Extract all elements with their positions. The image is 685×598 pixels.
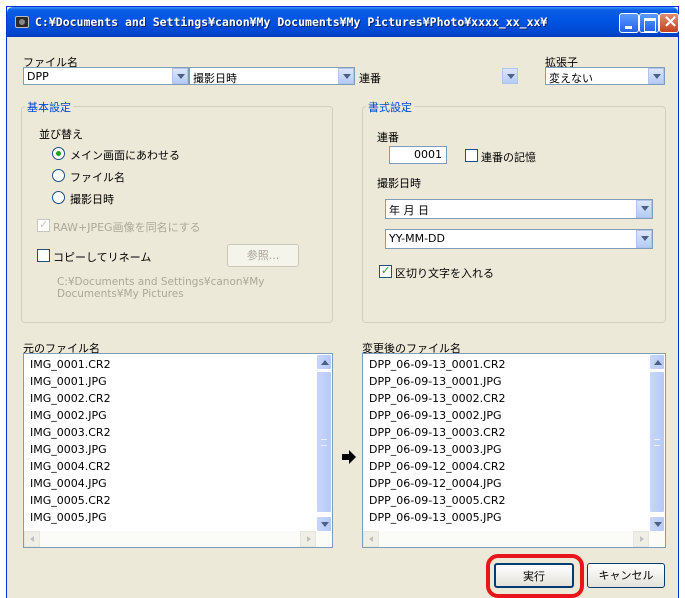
scroll-down-button[interactable] [649, 516, 665, 532]
sequence-label: 連番 [377, 131, 399, 144]
raw-jpeg-label: RAW+JPEG画像を同名にする [53, 221, 201, 234]
sort-radio-date[interactable] [52, 191, 65, 204]
chevron-down-icon[interactable] [502, 68, 518, 84]
list-item[interactable]: DPP_06-09-13_0005.CR2 [369, 494, 505, 507]
scroll-up-button[interactable] [316, 354, 332, 370]
title-bar[interactable]: C:¥Documents and Settings¥canon¥My Docum… [7, 7, 679, 37]
scroll-thumb[interactable] [316, 371, 332, 513]
chevron-down-icon[interactable] [172, 68, 188, 84]
list-item[interactable]: IMG_0003.JPG [30, 443, 107, 456]
scroll-right-button[interactable] [633, 531, 649, 547]
sequence-memory-label: 連番の記憶 [481, 151, 536, 164]
rename-dialog: C:¥Documents and Settings¥canon¥My Docum… [6, 6, 679, 598]
list-item[interactable]: IMG_0003.CR2 [30, 426, 111, 439]
sort-option-filename-label: ファイル名 [70, 171, 125, 184]
list-item[interactable]: IMG_0005.CR2 [30, 494, 111, 507]
scroll-left-button[interactable] [24, 531, 40, 547]
list-item[interactable]: IMG_0001.CR2 [30, 358, 111, 371]
date-order-value: 年 月 日 [389, 204, 429, 217]
list-item[interactable]: DPP_06-09-13_0003.CR2 [369, 426, 505, 439]
filename-part1-select[interactable]: DPP [23, 67, 189, 85]
list-item[interactable]: DPP_06-09-13_0001.CR2 [369, 358, 505, 371]
list-item[interactable]: DPP_06-09-13_0003.JPG [369, 443, 502, 456]
chevron-down-icon[interactable] [338, 68, 354, 84]
scroll-thumb[interactable] [649, 371, 665, 513]
format-settings-title: 書式設定 [366, 99, 414, 115]
browse-button[interactable]: 参照... [227, 244, 299, 267]
raw-jpeg-checkbox[interactable] [37, 218, 50, 232]
list-item[interactable]: IMG_0002.JPG [30, 409, 107, 422]
horizontal-scrollbar[interactable] [363, 531, 665, 547]
camera-icon [15, 16, 29, 28]
list-item[interactable]: IMG_0002.CR2 [30, 392, 111, 405]
sort-label: 並び替え [39, 128, 83, 141]
list-item[interactable]: IMG_0004.JPG [30, 477, 107, 490]
basic-settings-title: 基本設定 [25, 99, 73, 115]
copy-rename-label: コピーしてリネーム [53, 251, 152, 264]
list-item[interactable]: DPP_06-09-12_0004.JPG [369, 477, 502, 490]
filename-part3-value: 連番 [359, 72, 381, 85]
minimize-button[interactable] [619, 13, 639, 33]
filename-part2-value: 撮影日時 [193, 72, 237, 85]
list-item[interactable]: IMG_0001.JPG [30, 375, 107, 388]
chevron-down-icon[interactable] [636, 230, 652, 248]
list-item[interactable]: DPP_06-09-12_0004.CR2 [369, 460, 505, 473]
extension-select[interactable]: 変えない [545, 67, 665, 85]
date-label: 撮影日時 [377, 177, 421, 190]
execute-button[interactable]: 実行 [494, 563, 574, 588]
scroll-left-button[interactable] [363, 531, 379, 547]
separator-checkbox[interactable] [379, 264, 392, 278]
sort-option-main-label: メイン画面にあわせる [70, 149, 180, 162]
sequence-memory-checkbox[interactable] [465, 149, 478, 162]
list-item[interactable]: DPP_06-09-13_0002.JPG [369, 409, 502, 422]
list-item[interactable]: DPP_06-09-13_0002.CR2 [369, 392, 505, 405]
extension-value: 変えない [549, 72, 593, 85]
list-item[interactable]: DPP_06-09-13_0001.JPG [369, 375, 502, 388]
date-format-select[interactable]: YY-MM-DD [385, 229, 653, 249]
filename-part2-select[interactable]: 撮影日時 [189, 67, 355, 85]
sort-option-date-label: 撮影日時 [70, 193, 114, 206]
date-format-value: YY-MM-DD [389, 232, 445, 245]
arrow-right-icon [342, 450, 356, 464]
list-item[interactable]: IMG_0005.JPG [30, 511, 107, 524]
scroll-up-button[interactable] [649, 354, 665, 370]
scroll-down-button[interactable] [316, 516, 332, 532]
sequence-start-input[interactable]: 0001 [389, 146, 447, 164]
filename-part3-select[interactable]: 連番 [355, 67, 519, 85]
sort-radio-filename[interactable] [52, 169, 65, 182]
chevron-down-icon[interactable] [636, 200, 652, 218]
copy-destination-path: C:¥Documents and Settings¥canon¥My Docum… [57, 276, 265, 300]
horizontal-scrollbar[interactable] [24, 531, 332, 547]
filename-part1-value: DPP [27, 70, 49, 83]
renamed-files-list[interactable]: DPP_06-09-13_0001.CR2 DPP_06-09-13_0001.J… [362, 353, 666, 548]
list-item[interactable]: IMG_0004.CR2 [30, 460, 111, 473]
copy-rename-checkbox[interactable] [37, 249, 50, 262]
original-files-list[interactable]: IMG_0001.CR2 IMG_0001.JPG IMG_0002.CR2 IMG_… [23, 353, 333, 548]
maximize-button[interactable] [639, 13, 659, 33]
sort-radio-main[interactable] [52, 147, 65, 160]
separator-label: 区切り文字を入れる [395, 267, 494, 280]
date-order-select[interactable]: 年 月 日 [385, 199, 653, 219]
chevron-down-icon[interactable] [648, 68, 664, 84]
cancel-button[interactable]: キャンセル [587, 563, 665, 588]
vertical-scrollbar[interactable] [649, 354, 665, 532]
list-item[interactable]: DPP_06-09-13_0005.JPG [369, 511, 502, 524]
window-title: C:¥Documents and Settings¥canon¥My Docum… [35, 15, 548, 29]
vertical-scrollbar[interactable] [316, 354, 332, 532]
scroll-right-button[interactable] [300, 531, 316, 547]
close-button[interactable] [659, 11, 679, 33]
